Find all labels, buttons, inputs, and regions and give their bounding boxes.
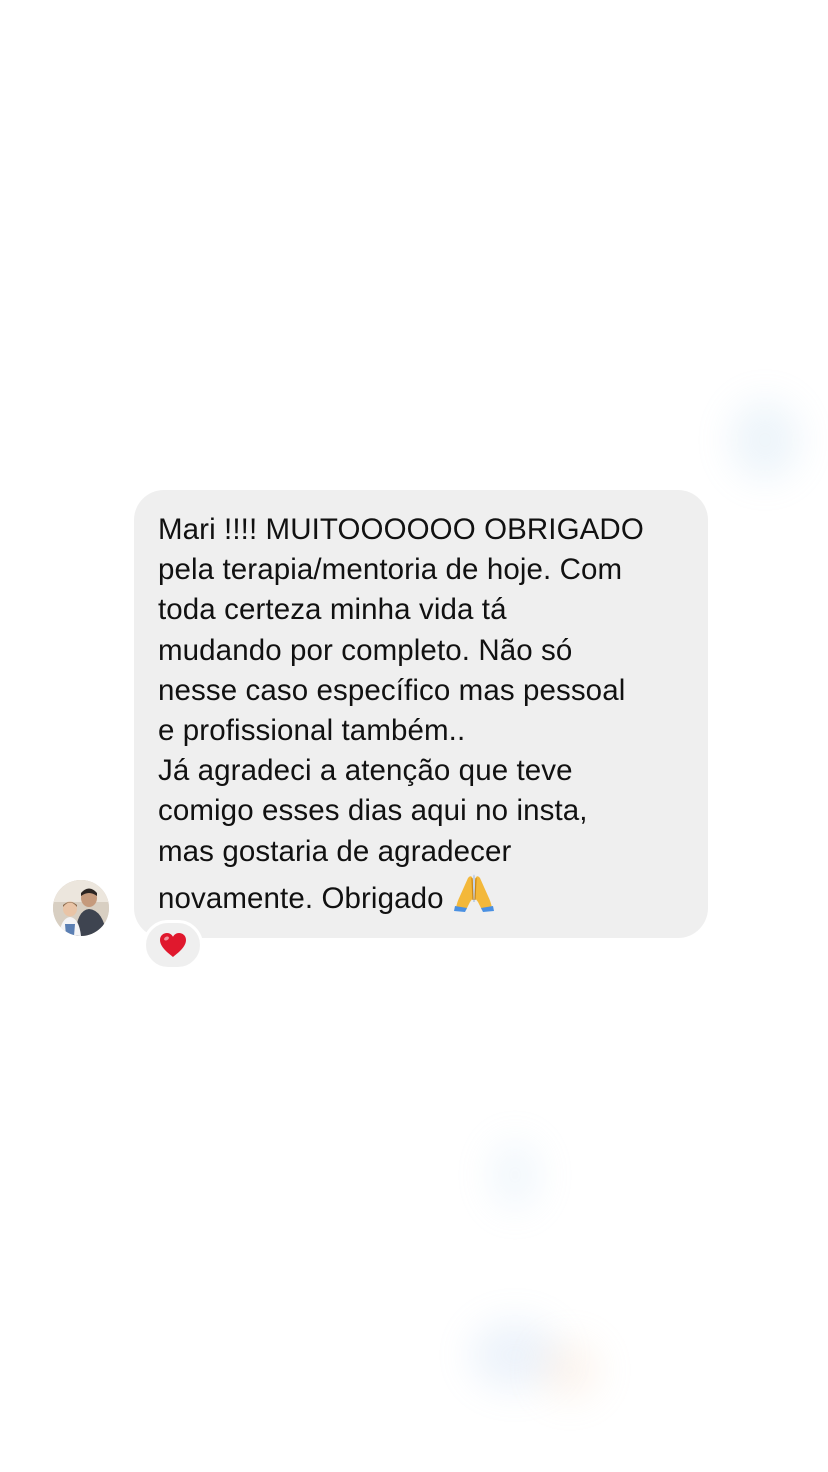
message-line: comigo esses dias aqui no insta,	[158, 794, 588, 828]
message-line: Mari !!!! MUITOOOOOO OBRIGADO	[158, 513, 644, 546]
folded-hands-icon	[452, 872, 496, 923]
background-smudge	[490, 1140, 540, 1210]
avatar-photo	[53, 880, 109, 936]
reaction-badge[interactable]	[143, 920, 203, 970]
message-line: mudando por completo. Não só	[158, 633, 573, 667]
chat-screen: Mari !!!! MUITOOOOOO OBRIGADO pela terap…	[0, 0, 828, 1472]
message-line: Já agradeci a atenção que teve	[158, 754, 573, 788]
message-line: nesse caso específico mas pessoal	[158, 673, 626, 707]
heart-icon	[160, 933, 186, 957]
message-line: pela terapia/mentoria de hoje. Com	[158, 553, 623, 587]
sender-avatar[interactable]	[53, 880, 109, 936]
message-line: toda certeza minha vida tá	[158, 593, 507, 627]
message-bubble[interactable]: Mari !!!! MUITOOOOOO OBRIGADO pela terap…	[134, 490, 708, 938]
message-last-line: novamente. Obrigado	[158, 872, 684, 923]
background-smudge	[730, 400, 800, 480]
background-smudge	[540, 1340, 600, 1400]
message-line-text: novamente. Obrigado	[158, 881, 444, 915]
message-line: mas gostaria de agradecer	[158, 834, 512, 868]
message-line: e profissional também..	[158, 714, 466, 748]
